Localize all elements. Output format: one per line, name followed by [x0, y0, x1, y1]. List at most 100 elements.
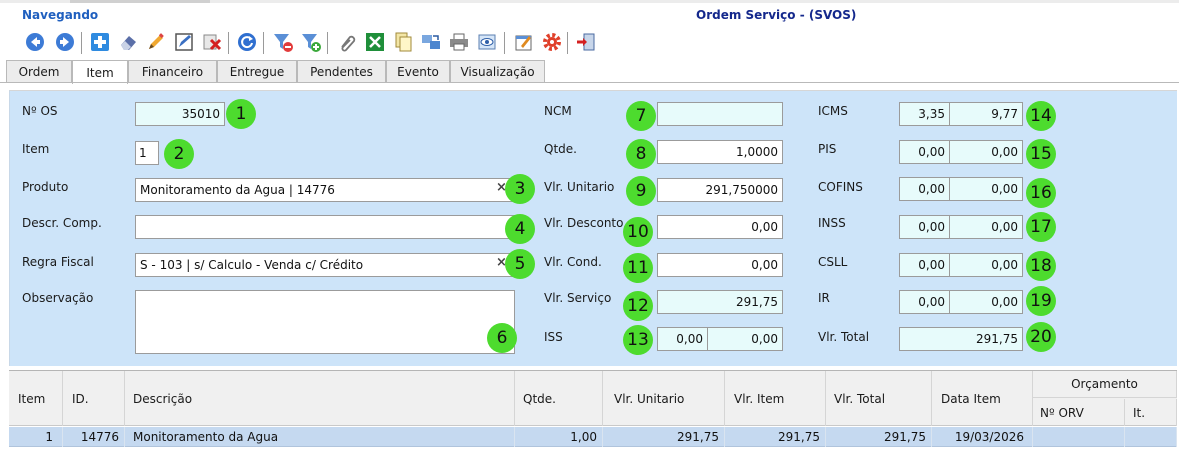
- tab-ordem[interactable]: Ordem: [6, 60, 72, 83]
- settings-button[interactable]: [541, 31, 563, 53]
- tab-financeiro[interactable]: Financeiro: [128, 60, 217, 83]
- badge-17: 17: [1026, 212, 1056, 242]
- edit-form-button[interactable]: [173, 31, 195, 53]
- new-button[interactable]: [89, 31, 111, 53]
- toolbar-separator: [504, 32, 505, 54]
- ir-label: IR: [818, 291, 830, 305]
- filter-remove-button[interactable]: [272, 31, 294, 53]
- cell-item: 1: [9, 427, 63, 447]
- copy-button[interactable]: [392, 31, 414, 53]
- col-vlr-item[interactable]: Vlr. Item: [725, 371, 826, 426]
- cell-qtde: 1,00: [515, 427, 603, 447]
- badge-14: 14: [1026, 101, 1056, 131]
- eraser-icon: [121, 36, 136, 50]
- badge-3: 3: [505, 174, 535, 204]
- copy-icon: [395, 32, 412, 52]
- inss-rate-field: 0,00: [899, 215, 950, 239]
- refresh-icon: [238, 33, 256, 51]
- top-strip-hint: [70, 0, 210, 3]
- exit-button[interactable]: [575, 31, 597, 53]
- refresh-button[interactable]: [236, 31, 258, 53]
- tab-entregue[interactable]: Entregue: [217, 60, 297, 83]
- tab-pendentes[interactable]: Pendentes: [297, 60, 386, 83]
- transfer-button[interactable]: [420, 31, 442, 53]
- col-id[interactable]: ID.: [63, 371, 125, 426]
- iss-value-field: 0,00: [707, 327, 783, 351]
- cell-id: 14776: [63, 427, 125, 447]
- item-label: Item: [22, 142, 50, 156]
- vlr-servico-label: Vlr. Serviço: [544, 291, 612, 305]
- vlr-unitario-label: Vlr. Unitario: [544, 180, 615, 194]
- pis-label: PIS: [818, 142, 837, 156]
- items-grid: Item ID. Descrição Qtde. Vlr. Unitario V…: [9, 370, 1177, 459]
- vlr-servico-field: 291,75: [657, 290, 783, 314]
- regra-fiscal-value: S - 103 | s/ Calculo - Venda c/ Crédito: [140, 258, 364, 272]
- badge-15: 15: [1026, 139, 1056, 169]
- ir-value-field: 0,00: [949, 290, 1023, 314]
- cell-data-item: 19/03/2026: [932, 427, 1033, 447]
- produto-value: Monitoramento da Agua | 14776: [140, 183, 335, 197]
- excel-button[interactable]: [364, 31, 386, 53]
- vlr-desconto-field[interactable]: 0,00: [657, 215, 783, 239]
- badge-20: 20: [1026, 322, 1056, 352]
- forward-button[interactable]: [54, 31, 76, 53]
- paperclip-icon: [341, 35, 356, 52]
- window-title: Ordem Serviço - (SVOS): [696, 8, 857, 22]
- badge-7: 7: [626, 101, 656, 131]
- table-row[interactable]: 1 14776 Monitoramento da Agua 1,00 291,7…: [9, 427, 1177, 447]
- filter-add-button[interactable]: [300, 31, 322, 53]
- badge-2: 2: [164, 139, 194, 169]
- preview-button[interactable]: [476, 31, 498, 53]
- vlr-cond-field[interactable]: 0,00: [657, 253, 783, 277]
- attach-button[interactable]: [336, 31, 358, 53]
- col-it[interactable]: It.: [1125, 399, 1177, 426]
- ncm-field[interactable]: [657, 102, 783, 126]
- col-qtde[interactable]: Qtde.: [515, 371, 603, 426]
- form-edit-icon: [175, 33, 193, 51]
- erase-button[interactable]: [117, 31, 139, 53]
- tab-divider: [0, 82, 1179, 83]
- produto-field[interactable]: Monitoramento da Agua | 14776: [135, 178, 515, 202]
- tab-visualizacao[interactable]: Visualização: [450, 60, 545, 83]
- filter-minus-icon: [274, 34, 293, 52]
- edit-button[interactable]: [145, 31, 167, 53]
- col-orv[interactable]: Nº ORV: [1033, 399, 1125, 426]
- item-field[interactable]: 1: [135, 141, 159, 165]
- badge-10: 10: [623, 217, 653, 247]
- badge-18: 18: [1026, 251, 1056, 281]
- col-descricao[interactable]: Descrição: [125, 371, 515, 426]
- csll-label: CSLL: [818, 255, 848, 269]
- grid-header: Item ID. Descrição Qtde. Vlr. Unitario V…: [9, 370, 1177, 426]
- toolbar-separator: [263, 32, 264, 54]
- qtde-field[interactable]: 1,0000: [657, 140, 783, 164]
- cell-descricao: Monitoramento da Agua: [125, 427, 515, 447]
- vlr-total-label: Vlr. Total: [818, 330, 870, 344]
- back-button[interactable]: [24, 31, 46, 53]
- tab-item[interactable]: Item: [72, 60, 128, 84]
- csll-rate-field: 0,00: [899, 253, 950, 277]
- arrow-right-icon: [56, 33, 74, 51]
- os-number-label: Nº OS: [22, 104, 58, 118]
- regra-fiscal-field[interactable]: S - 103 | s/ Calculo - Venda c/ Crédito: [135, 253, 515, 277]
- tab-evento[interactable]: Evento: [386, 60, 450, 83]
- col-vlr-total[interactable]: Vlr. Total: [826, 371, 932, 426]
- delete-x-icon: [203, 34, 222, 51]
- vlr-unitario-field[interactable]: 291,750000: [657, 178, 783, 202]
- icms-value-field: 9,77: [949, 102, 1023, 126]
- badge-1: 1: [226, 99, 256, 129]
- excel-icon: [366, 33, 384, 51]
- col-data-item[interactable]: Data Item: [932, 371, 1033, 426]
- approve-button[interactable]: [513, 31, 535, 53]
- col-vlr-unitario[interactable]: Vlr. Unitario: [603, 371, 725, 426]
- os-number-field[interactable]: 35010: [135, 102, 225, 126]
- cofins-rate-field: 0,00: [899, 177, 950, 201]
- print-button[interactable]: [448, 31, 470, 53]
- observacao-label: Observação: [22, 291, 94, 305]
- cell-it: [1125, 427, 1177, 447]
- observacao-field[interactable]: [135, 290, 515, 354]
- col-item[interactable]: Item: [9, 371, 63, 426]
- descr-comp-field[interactable]: [135, 215, 515, 239]
- delete-button[interactable]: [201, 31, 223, 53]
- filter-plus-icon: [302, 34, 321, 52]
- inss-value-field: 0,00: [949, 215, 1023, 239]
